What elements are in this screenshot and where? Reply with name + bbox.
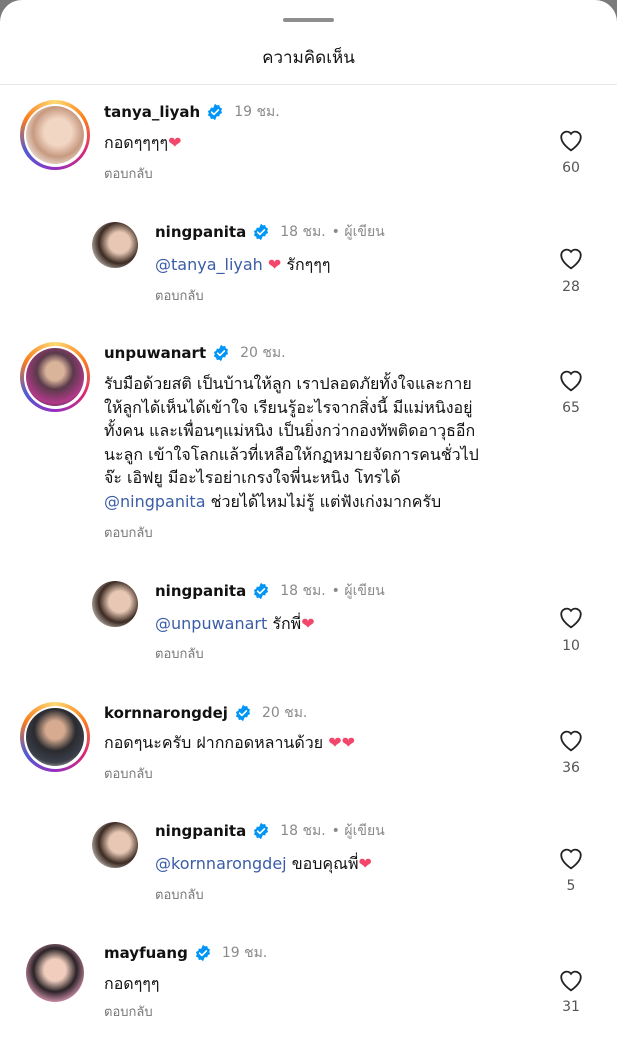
reply-button[interactable]: ตอบกลับ	[104, 163, 153, 184]
comments-sheet: ความคิดเห็น tanya_liyah 19 ชม. กอดๆๆๆๆ❤ …	[0, 0, 617, 1040]
username[interactable]: mayfuang	[104, 944, 188, 962]
comment-time: 19 ชม.	[221, 945, 268, 961]
verified-badge-icon	[254, 822, 269, 840]
heart-emoji: ❤	[267, 255, 282, 274]
mention-link[interactable]: @kornnarongdej	[155, 854, 287, 873]
username[interactable]: unpuwanart	[104, 344, 206, 362]
like-count: 36	[562, 760, 580, 776]
verified-badge-icon	[195, 944, 210, 962]
heart-icon[interactable]	[558, 128, 584, 152]
comment-text: รับมือด้วยสติ เป็นบ้านให้ลูก เราปลอดภัยท…	[104, 374, 479, 511]
mention-link[interactable]: @unpuwanart	[155, 614, 267, 633]
reply-button[interactable]: ตอบกลับ	[155, 285, 204, 306]
like-count: 10	[562, 638, 580, 654]
comment-time: 20 ชม.	[261, 705, 308, 721]
avatar[interactable]	[26, 944, 84, 1002]
like-count: 65	[562, 400, 580, 416]
reply-button[interactable]: ตอบกลับ	[155, 643, 204, 664]
heart-icon[interactable]	[558, 728, 584, 752]
comment-text: @kornnarongdej ขอบคุณพี่❤	[155, 854, 372, 873]
comment-text: กอดๆนะครับ ฝากกอดหลานด้วย ❤❤	[104, 733, 356, 752]
sheet-title: ความคิดเห็น	[262, 48, 355, 68]
avatar[interactable]	[20, 342, 90, 412]
comment-text: @unpuwanart รักพี่❤	[155, 614, 315, 633]
verified-badge-icon	[208, 103, 223, 121]
heart-icon[interactable]	[558, 968, 584, 992]
avatar[interactable]	[92, 822, 138, 868]
heart-icon[interactable]	[558, 246, 584, 270]
like-count: 28	[562, 279, 580, 295]
heart-emoji: ❤	[301, 614, 315, 633]
heart-emoji: ❤❤	[328, 733, 356, 752]
reply-button[interactable]: ตอบกลับ	[104, 522, 153, 543]
author-tag: • ผู้เขียน	[331, 583, 385, 599]
verified-badge-icon	[235, 704, 250, 722]
heart-icon[interactable]	[558, 605, 584, 629]
username[interactable]: kornnarongdej	[104, 704, 228, 722]
like-count: 31	[562, 999, 580, 1015]
verified-badge-icon	[254, 582, 269, 600]
author-tag: • ผู้เขียน	[331, 224, 385, 240]
drag-handle[interactable]	[283, 18, 334, 22]
verified-badge-icon	[214, 344, 229, 362]
comment-text: กอดๆๆๆ	[104, 974, 160, 993]
avatar[interactable]	[92, 222, 138, 268]
username[interactable]: ningpanita	[155, 223, 246, 241]
heart-emoji: ❤	[168, 133, 182, 152]
like-count: 60	[562, 160, 580, 176]
verified-badge-icon	[254, 223, 269, 241]
avatar[interactable]	[20, 702, 90, 772]
comment-text: @tanya_liyah ❤ รักๆๆๆ	[155, 255, 331, 274]
reply-button[interactable]: ตอบกลับ	[104, 1001, 153, 1022]
comment-time: 18 ชม.	[280, 823, 326, 839]
author-tag: • ผู้เขียน	[331, 823, 385, 839]
reply-button[interactable]: ตอบกลับ	[155, 884, 204, 905]
username[interactable]: ningpanita	[155, 822, 246, 840]
mention-link[interactable]: @ningpanita	[104, 492, 206, 511]
username[interactable]: tanya_liyah	[104, 103, 200, 121]
comment-time: 18 ชม.	[280, 224, 326, 240]
reply-button[interactable]: ตอบกลับ	[104, 763, 153, 784]
like-count: 5	[566, 878, 576, 894]
heart-emoji: ❤	[358, 854, 372, 873]
comment-time: 19 ชม.	[234, 104, 280, 120]
avatar[interactable]	[92, 581, 138, 627]
username[interactable]: ningpanita	[155, 582, 246, 600]
mention-link[interactable]: @tanya_liyah	[155, 255, 263, 274]
avatar[interactable]	[20, 100, 90, 170]
heart-icon[interactable]	[558, 368, 584, 392]
heart-icon[interactable]	[558, 846, 584, 870]
comment-time: 20 ชม.	[240, 345, 286, 361]
comment-time: 18 ชม.	[280, 583, 326, 599]
comment-text: กอดๆๆๆๆ❤	[104, 133, 182, 152]
header-divider	[0, 84, 617, 85]
